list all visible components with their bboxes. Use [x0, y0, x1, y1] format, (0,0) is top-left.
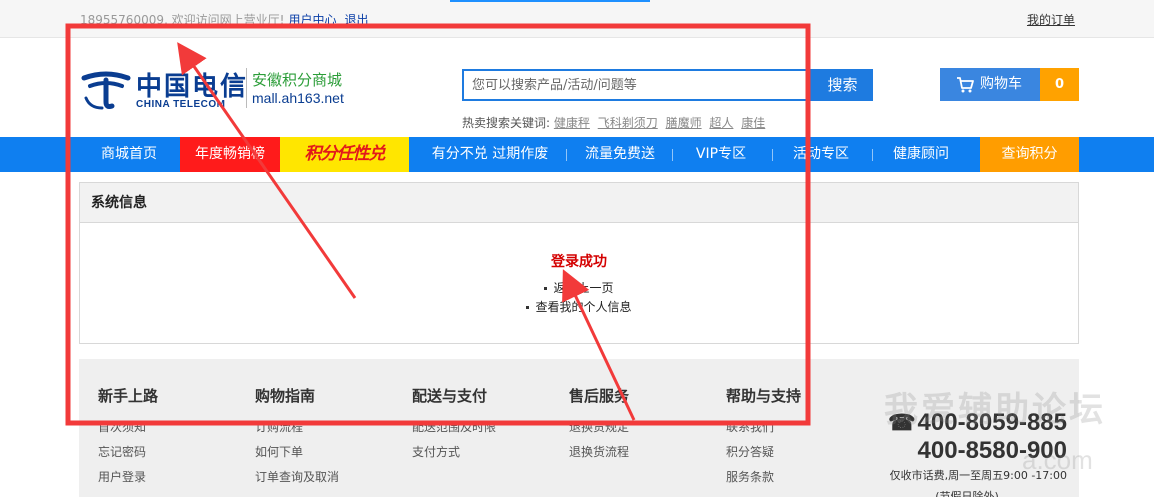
footer-link[interactable]: 用户登录	[98, 465, 158, 490]
footer-link[interactable]: 如何下单	[255, 440, 339, 465]
welcome-message: 18955760009, 欢迎访问网上营业厅!	[80, 13, 285, 27]
top-accent-line	[450, 0, 650, 2]
user-center-link[interactable]: 用户中心	[288, 13, 336, 27]
nav-divider	[672, 149, 673, 161]
logout-link[interactable]: 退出	[344, 13, 368, 27]
nav-divider	[566, 149, 567, 161]
profile-link[interactable]: 查看我的个人信息	[80, 298, 1078, 315]
telecom-emblem-icon	[81, 71, 131, 110]
main-nav: 商城首页 年度畅销榜 积分任性兑 有分不兑 过期作废 流量免费送 VIP专区 活…	[0, 137, 1154, 172]
search-box	[462, 69, 812, 101]
logo-english-text: CHINA TELECOM	[136, 99, 226, 110]
footer-link[interactable]: 订单查询及取消	[255, 465, 339, 490]
back-link-label: 返回上一页	[553, 281, 614, 295]
footer-column-title: 购物指南	[255, 387, 316, 405]
footer-column: 购物指南 订购流程 如何下单 订单查询及取消	[255, 385, 339, 490]
bullet-icon	[544, 287, 548, 290]
welcome-text: 18955760009, 欢迎访问网上营业厅! 用户中心 退出	[80, 11, 368, 28]
footer-link[interactable]: 忘记密码	[98, 440, 158, 465]
store-url: mall.ah163.net	[252, 90, 344, 106]
nav-item-bestsellers[interactable]: 年度畅销榜	[180, 137, 280, 172]
back-link[interactable]: 返回上一页	[80, 279, 1078, 296]
nav-item-activities[interactable]: 活动专区	[778, 137, 864, 172]
nav-divider	[872, 149, 873, 161]
cart-label: 购物车	[980, 76, 1022, 92]
footer-link[interactable]: 退换货流程	[569, 440, 629, 465]
footer-link[interactable]: 积分答疑	[726, 440, 801, 465]
hot-keyword-link[interactable]: 康佳	[741, 116, 765, 130]
site-header: 中国电信 CHINA TELECOM 安徽积分商城 mall.ah163.net…	[0, 38, 1154, 137]
nav-item-free-data[interactable]: 流量免费送	[572, 137, 668, 172]
search-button[interactable]: 搜索	[812, 69, 873, 101]
forum-watermark: 我爱辅助论坛	[884, 390, 1106, 430]
hot-keywords: 热卖搜索关键词: 健康秤 飞科剃须刀 膳魔师 超人 康佳	[462, 114, 769, 131]
nav-divider	[772, 149, 773, 161]
cart-count-badge[interactable]: 0	[1040, 68, 1079, 101]
footer-link[interactable]: 服务条款	[726, 465, 801, 490]
nav-item-promo-banner[interactable]: 积分任性兑	[280, 137, 409, 172]
footer-column-title: 帮助与支持	[726, 387, 802, 405]
footer-link[interactable]: 首次须知	[98, 415, 158, 440]
hot-keyword-link[interactable]: 超人	[709, 116, 733, 130]
hot-keyword-link[interactable]: 健康秤	[554, 116, 590, 130]
my-orders-link[interactable]: 我的订单	[1027, 11, 1075, 28]
search-input[interactable]	[464, 71, 810, 99]
footer-link[interactable]: 支付方式	[412, 440, 496, 465]
footer-link[interactable]: 配送范围及时限	[412, 415, 496, 440]
store-name: 安徽积分商城	[252, 71, 343, 89]
logo-divider	[246, 68, 247, 108]
nav-item-query-points[interactable]: 查询积分	[980, 137, 1079, 172]
nav-item-health[interactable]: 健康顾问	[878, 137, 964, 172]
footer-column: 配送与支付 配送范围及时限 支付方式	[412, 385, 496, 465]
china-telecom-logo[interactable]: 中国电信 CHINA TELECOM 安徽积分商城 mall.ah163.net	[80, 66, 360, 114]
footer-column-title: 售后服务	[569, 387, 630, 405]
hot-keyword-link[interactable]: 飞科剃须刀	[598, 116, 658, 130]
hot-keywords-label: 热卖搜索关键词:	[462, 116, 551, 130]
system-info-panel: 系统信息 登录成功 返回上一页 查看我的个人信息	[79, 182, 1079, 344]
hot-keyword-link[interactable]: 膳魔师	[666, 116, 702, 130]
logo-chinese-text: 中国电信	[136, 72, 249, 102]
nav-item-points-expire[interactable]: 有分不兑 过期作废	[420, 137, 560, 172]
footer-column: 新手上路 首次须知 忘记密码 用户登录	[98, 385, 158, 490]
footer-link[interactable]: 退换货规定	[569, 415, 629, 440]
top-bar: 18955760009, 欢迎访问网上营业厅! 用户中心 退出 我的订单	[0, 0, 1154, 38]
nav-item-vip[interactable]: VIP专区	[678, 137, 764, 172]
login-success-message: 登录成功	[551, 254, 607, 270]
footer-link[interactable]: 订购流程	[255, 415, 339, 440]
bullet-icon	[526, 306, 530, 309]
footer-link[interactable]: 联系我们	[726, 415, 801, 440]
cart-icon	[957, 77, 974, 93]
profile-link-label: 查看我的个人信息	[535, 300, 632, 314]
footer-column: 帮助与支持 联系我们 积分答疑 服务条款	[726, 385, 801, 490]
hotline-holiday-note: (节假日除外)	[935, 490, 999, 497]
cart-button[interactable]: 购物车	[940, 68, 1040, 101]
nav-item-home[interactable]: 商城首页	[79, 137, 179, 172]
footer-column-title: 新手上路	[98, 387, 159, 405]
footer-column: 售后服务 退换货规定 退换货流程	[569, 385, 629, 465]
panel-title: 系统信息	[80, 183, 1078, 223]
footer-column-title: 配送与支付	[412, 387, 488, 405]
forum-watermark-url: a.com	[1022, 445, 1093, 475]
